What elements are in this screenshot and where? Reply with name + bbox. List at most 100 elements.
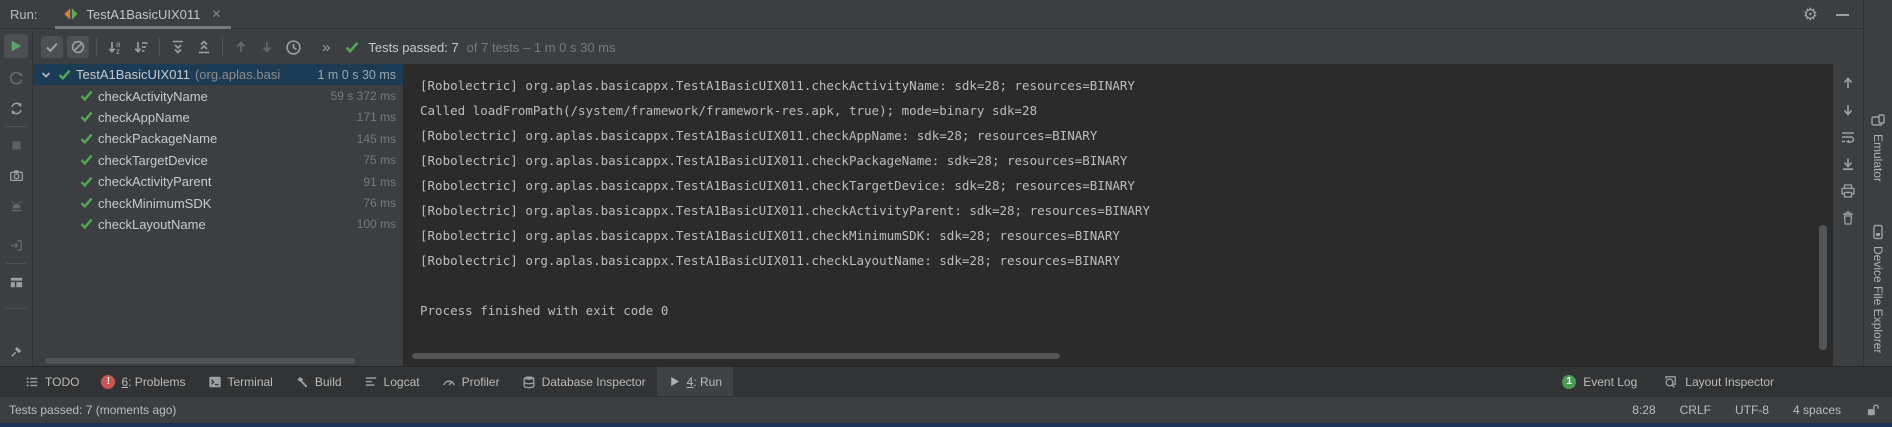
tool-window-label: Logcat [384, 375, 420, 389]
tool-window-label: TODO [45, 375, 79, 389]
run-play-icon [668, 375, 681, 388]
run-console-output[interactable]: [Robolectric] org.aplas.basicappx.TestA1… [403, 64, 1833, 366]
test-row[interactable]: checkLayoutName 100 ms [33, 214, 403, 235]
print-icon[interactable] [1840, 183, 1856, 199]
stripe-label: Emulator [1871, 134, 1885, 182]
tool-window-label: : Run [693, 375, 722, 389]
console-line: [Robolectric] org.aplas.basicappx.TestA1… [420, 223, 1833, 248]
test-passed-icon [79, 131, 95, 147]
soft-wrap-icon[interactable] [1840, 129, 1856, 145]
device-file-explorer-icon [1870, 224, 1886, 240]
show-ignored-button[interactable] [67, 36, 89, 58]
stripe-item-device-file-explorer[interactable]: Device File Explorer [1870, 224, 1886, 353]
test-name: checkPackageName [98, 131, 217, 146]
logcat-icon [364, 375, 378, 389]
line-separator-widget[interactable]: CRLF [1680, 403, 1711, 417]
chevron-down-icon[interactable] [38, 67, 54, 83]
clear-console-trash-icon[interactable] [1840, 210, 1856, 226]
test-name: checkAppName [98, 110, 190, 125]
screenshot-camera-icon[interactable] [4, 163, 28, 187]
tool-window-bar: TODO ! 6: Problems Terminal Build Logcat [0, 366, 1892, 396]
toolbar-overflow-icon[interactable]: » [322, 39, 330, 56]
tool-window-button-database-inspector[interactable]: Database Inspector [511, 367, 657, 397]
toolbar-separator [96, 38, 97, 56]
run-tab-title: TestA1BasicUIX011 [86, 7, 200, 22]
build-hammer-icon [295, 375, 309, 389]
toolbar-divider [6, 126, 26, 127]
test-suite-row[interactable]: TestA1BasicUIX011 (org.aplas.basi 1 m 0 … [33, 64, 403, 85]
sort-by-duration-button[interactable] [130, 36, 152, 58]
test-passed-icon [79, 109, 95, 125]
test-history-icon[interactable] [282, 36, 304, 58]
test-row[interactable]: checkTargetDevice 75 ms [33, 150, 403, 171]
tree-horizontal-scrollbar[interactable] [45, 358, 355, 364]
todo-icon [25, 375, 39, 389]
stripe-item-emulator[interactable]: Emulator [1870, 112, 1886, 182]
show-passed-button[interactable] [41, 36, 63, 58]
hide-tool-window-icon[interactable] [1836, 14, 1849, 16]
console-horizontal-scrollbar[interactable] [412, 353, 1060, 359]
test-passed-icon [79, 216, 95, 232]
stop-button[interactable] [4, 133, 28, 157]
encoding-widget[interactable]: UTF-8 [1735, 403, 1769, 417]
collapse-all-button[interactable] [193, 36, 215, 58]
test-tree: TestA1BasicUIX011 (org.aplas.basi 1 m 0 … [33, 64, 403, 366]
stripe-label: Device File Explorer [1871, 246, 1885, 353]
event-log-button[interactable]: 1 Event Log [1562, 375, 1637, 389]
tool-window-button-problems[interactable]: ! 6: Problems [90, 367, 196, 397]
tool-window-button-profiler[interactable]: Profiler [431, 367, 511, 397]
test-duration: 59 s 372 ms [331, 89, 396, 103]
test-row[interactable]: checkPackageName 145 ms [33, 128, 403, 149]
suite-duration: 1 m 0 s 30 ms [318, 68, 397, 82]
run-label: Run: [10, 7, 37, 22]
right-tool-window-stripe: Emulator Device File Explorer [1863, 0, 1892, 366]
console-line: [Robolectric] org.aplas.basicappx.TestA1… [420, 248, 1833, 273]
console-exit-line: Process finished with exit code 0 [420, 298, 1833, 323]
toolbar-divider [6, 308, 26, 309]
next-failed-test-button[interactable] [256, 36, 278, 58]
expand-all-button[interactable] [167, 36, 189, 58]
event-log-label: Event Log [1583, 375, 1637, 389]
test-passed-icon [79, 174, 95, 190]
test-row[interactable]: checkAppName 171 ms [33, 107, 403, 128]
layout-inspector-button[interactable]: Layout Inspector [1663, 374, 1774, 389]
tool-window-button-terminal[interactable]: Terminal [197, 367, 284, 397]
console-line: [Robolectric] org.aplas.basicappx.TestA1… [420, 173, 1833, 198]
tool-window-button-todo[interactable]: TODO [14, 367, 90, 397]
console-vertical-scrollbar[interactable] [1819, 225, 1827, 350]
down-stacktrace-icon[interactable] [1840, 102, 1856, 118]
close-icon[interactable]: ✕ [211, 8, 221, 20]
layout-inspector-label: Layout Inspector [1685, 375, 1774, 389]
tool-window-label: Database Inspector [542, 375, 646, 389]
sort-alphabetically-button[interactable]: az [104, 36, 126, 58]
gear-icon[interactable]: ⚙ [1803, 6, 1818, 23]
tool-window-button-run[interactable]: 4: Run [657, 367, 733, 397]
restore-layout-button[interactable] [4, 270, 28, 294]
pin-tab-icon[interactable] [4, 339, 28, 363]
run-left-toolbar [0, 30, 33, 366]
rerun-button[interactable] [4, 34, 28, 58]
layout-inspector-icon [1663, 374, 1678, 389]
toggle-auto-test-button[interactable] [4, 96, 28, 120]
test-row[interactable]: checkActivityName 59 s 372 ms [33, 85, 403, 106]
test-row[interactable]: checkActivityParent 91 ms [33, 171, 403, 192]
test-row[interactable]: checkMinimumSDK 76 ms [33, 192, 403, 213]
tool-window-button-build[interactable]: Build [284, 367, 353, 397]
caret-position-widget[interactable]: 8:28 [1632, 403, 1655, 417]
test-duration: 100 ms [357, 217, 396, 231]
console-line: Called loadFromPath(/system/framework/fr… [420, 98, 1833, 123]
problems-error-icon: ! [101, 375, 115, 389]
scroll-to-end-icon[interactable] [1840, 156, 1856, 172]
rerun-failed-tests-button[interactable] [4, 66, 28, 90]
run-tab[interactable]: TestA1BasicUIX011 ✕ [55, 0, 231, 28]
test-passed-icon [79, 152, 95, 168]
up-stacktrace-icon[interactable] [1840, 75, 1856, 91]
indent-widget[interactable]: 4 spaces [1793, 403, 1841, 417]
previous-failed-test-button[interactable] [230, 36, 252, 58]
suite-name: TestA1BasicUIX011 [76, 67, 190, 82]
tool-window-button-logcat[interactable]: Logcat [353, 367, 431, 397]
attach-debugger-to-android-process-button[interactable] [4, 193, 28, 217]
import-test-results-button[interactable] [4, 233, 28, 257]
database-icon [522, 375, 536, 389]
unlock-icon[interactable] [1865, 403, 1880, 418]
